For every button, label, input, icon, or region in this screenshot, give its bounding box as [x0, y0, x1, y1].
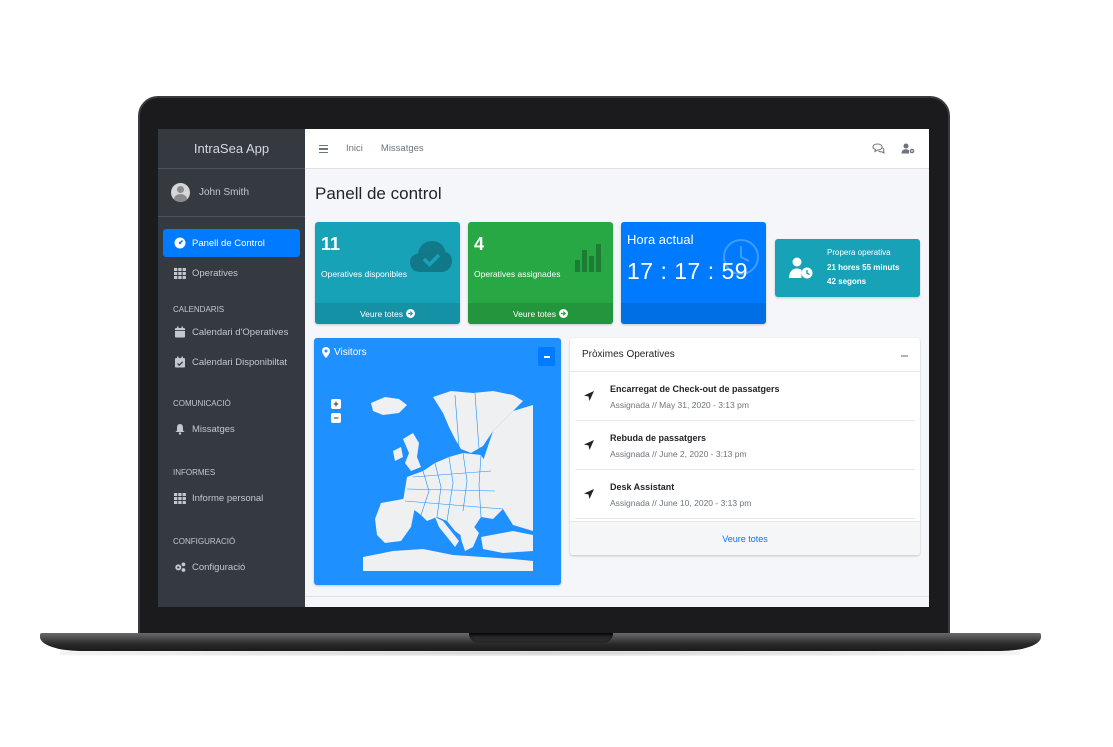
grid-icon — [174, 268, 186, 279]
info-countdown-line2: 42 segons — [827, 277, 867, 286]
visitors-card: Visitors + − — [314, 338, 561, 585]
location-arrow-icon — [584, 489, 594, 499]
page-title: Panell de control — [315, 184, 442, 203]
bell-icon — [175, 424, 185, 435]
sidebar-item-configuracio[interactable]: Configuració — [163, 553, 300, 581]
sidebar-item-calendari-operatives[interactable]: Calendari d'Operatives — [163, 318, 300, 346]
grid-icon — [174, 493, 186, 504]
top-navbar: Inici Missatges — [305, 129, 929, 169]
box-footer-link[interactable]: Veure totes — [468, 303, 613, 324]
box-footer-label: Veure totes — [359, 308, 403, 319]
zoom-out-button[interactable]: − — [331, 413, 341, 423]
box-label: Operatives assignades — [474, 269, 561, 279]
navbar-right — [872, 143, 915, 154]
operation-name: Rebuda de passatgers — [610, 433, 707, 443]
nav-link-missatges[interactable]: Missatges — [381, 143, 424, 154]
europe-map[interactable] — [363, 391, 533, 571]
sidebar-item-label: Calendari d'Operatives — [192, 326, 289, 338]
box-footer — [621, 303, 766, 324]
cogs-icon — [175, 562, 186, 572]
zoom-in-button[interactable]: + — [331, 399, 341, 409]
operation-name: Desk Assistant — [610, 482, 675, 492]
footer-divider — [305, 596, 929, 597]
location-arrow-icon — [584, 391, 594, 401]
sidebar-item-label: Informe personal — [192, 492, 264, 504]
bar-chart-icon — [575, 244, 601, 272]
brand-link[interactable]: IntraSea App — [158, 129, 305, 169]
collapse-button[interactable] — [901, 355, 908, 357]
operation-meta: Assignada // June 10, 2020 - 3:13 pm — [610, 498, 752, 508]
info-title: Propera operativa — [827, 248, 891, 257]
operation-meta: Assignada // May 31, 2020 - 3:13 pm — [610, 400, 749, 410]
user-cog-icon[interactable] — [901, 143, 915, 154]
avatar — [171, 183, 190, 202]
collapse-button[interactable] — [538, 347, 555, 366]
cloud-check-icon — [410, 241, 452, 272]
view-all-link[interactable]: Veure totes — [570, 521, 920, 555]
arrow-circle-right-icon — [559, 309, 568, 318]
nav-header-configuracio: CONFIGURACIÓ — [173, 536, 236, 546]
sidebar-item-missatges[interactable]: Missatges — [163, 415, 300, 443]
menu-toggle-icon[interactable] — [319, 144, 328, 153]
sidebar-item-calendari-disponibiltat[interactable]: Calendari Disponibiltat — [163, 348, 300, 376]
sidebar-item-label: Configuració — [192, 561, 246, 573]
box-propera-operativa: Propera operativa 21 hores 55 minuts 42 … — [775, 239, 920, 297]
nav-header-informes: INFORMES — [173, 467, 216, 477]
operation-meta: Assignada // June 2, 2020 - 3:13 pm — [610, 449, 747, 459]
user-panel[interactable]: John Smith — [158, 169, 305, 217]
sidebar-item-panell-de-control[interactable]: Panell de Control — [163, 229, 300, 257]
sidebar-item-operatives[interactable]: Operatives — [163, 259, 300, 287]
tachometer-icon — [174, 237, 186, 249]
sidebar-item-label: Panell de Control — [192, 237, 265, 249]
list-item[interactable]: Encarregat de Check-out de passatgers As… — [575, 372, 915, 421]
box-label: Operatives disponibles — [321, 269, 407, 279]
calendar-icon — [175, 326, 185, 338]
box-footer-label: Veure totes — [512, 308, 556, 319]
info-countdown-line1: 21 hores 55 minuts — [827, 263, 900, 272]
user-clock-icon — [789, 257, 813, 279]
visitors-title-label: Visitors — [334, 347, 367, 358]
box-operatives-disponibles: 11 Operatives disponibles Veure totes — [315, 222, 460, 324]
content-area: Panell de control 11 Operatives disponib… — [305, 169, 929, 607]
map-marker-icon — [322, 347, 330, 358]
visitors-title: Visitors — [322, 347, 367, 358]
list-item[interactable]: Rebuda de passatgers Assignada // June 2… — [575, 421, 915, 470]
upcoming-operations-card: Pròximes Operatives Encarregat de Check-… — [570, 338, 920, 555]
sidebar-item-label: Missatges — [192, 423, 235, 435]
sidebar-item-label: Operatives — [192, 267, 238, 279]
operation-name: Encarregat de Check-out de passatgers — [610, 384, 780, 394]
location-arrow-icon — [584, 440, 594, 450]
screen: IntraSea App John Smith Panell de Contro… — [158, 129, 929, 607]
calendar-check-icon — [175, 356, 185, 368]
box-hora-actual: Hora actual 17 : 17 : 59 — [621, 222, 766, 324]
card-title: Pròximes Operatives — [582, 349, 675, 360]
box-value: 4 — [474, 234, 485, 254]
list-item[interactable]: Desk Assistant Assignada // June 10, 202… — [575, 470, 915, 519]
nav-link-inici[interactable]: Inici — [346, 143, 363, 154]
comments-icon[interactable] — [872, 143, 885, 154]
nav-header-calendaris: CALENDARIS — [173, 304, 225, 314]
clock-title: Hora actual — [627, 232, 694, 247]
sidebar-item-label: Calendari Disponibiltat — [192, 356, 288, 368]
laptop-notch — [469, 633, 613, 643]
sidebar-item-informe-personal[interactable]: Informe personal — [163, 484, 300, 512]
box-footer-link[interactable]: Veure totes — [315, 303, 460, 324]
box-operatives-assignades: 4 Operatives assignades Veure totes — [468, 222, 613, 324]
box-value: 11 — [321, 234, 341, 254]
arrow-circle-right-icon — [406, 309, 415, 318]
sidebar: IntraSea App John Smith Panell de Contro… — [158, 129, 305, 607]
card-header: Pròximes Operatives — [570, 338, 920, 372]
clock-time: 17 : 17 : 59 — [627, 258, 749, 284]
sidebar-nav: Panell de Control Operatives CALENDARIS … — [158, 217, 305, 581]
nav-header-comunicacio: COMUNICACIÓ — [173, 398, 231, 408]
user-name: John Smith — [199, 187, 250, 198]
